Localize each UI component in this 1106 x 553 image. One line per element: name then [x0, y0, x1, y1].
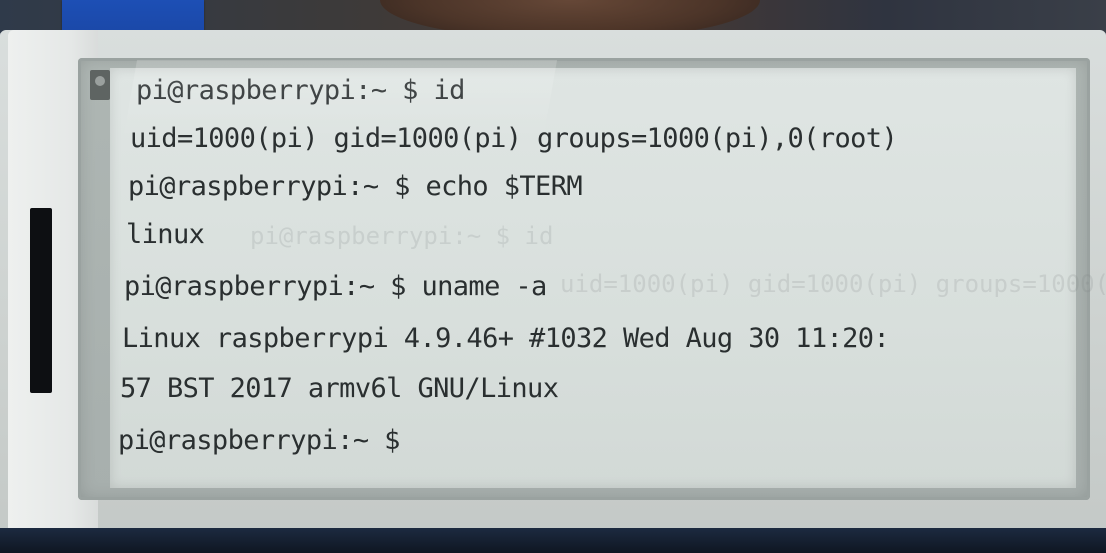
- terminal-line-8: pi@raspberrypi:~ $: [118, 425, 400, 456]
- terminal-line-7: 57 BST 2017 armv6l GNU/Linux: [120, 373, 559, 404]
- connector-slot: [30, 208, 52, 393]
- ghost-line-2: uid=1000(pi) gid=1000(pi) groups=1000(pi…: [560, 270, 1106, 298]
- ghost-line-1: pi@raspberrypi:~ $ id: [250, 222, 554, 250]
- board-bottom-edge: [0, 528, 1106, 553]
- photo-scene: pi@raspberrypi:~ $ id uid=1000(pi) gid=1…: [0, 0, 1106, 553]
- terminal-line-5: pi@raspberrypi:~ $ uname -a: [124, 271, 547, 302]
- terminal-line-6: Linux raspberrypi 4.9.46+ #1032 Wed Aug …: [122, 323, 890, 354]
- terminal-line-4: linux: [126, 219, 205, 250]
- terminal-line-3: pi@raspberrypi:~ $ echo $TERM: [128, 171, 583, 202]
- terminal-line-2: uid=1000(pi) gid=1000(pi) groups=1000(pi…: [130, 123, 898, 154]
- corner-dot-icon: [95, 76, 105, 86]
- terminal-line-1: pi@raspberrypi:~ $ id: [136, 75, 465, 106]
